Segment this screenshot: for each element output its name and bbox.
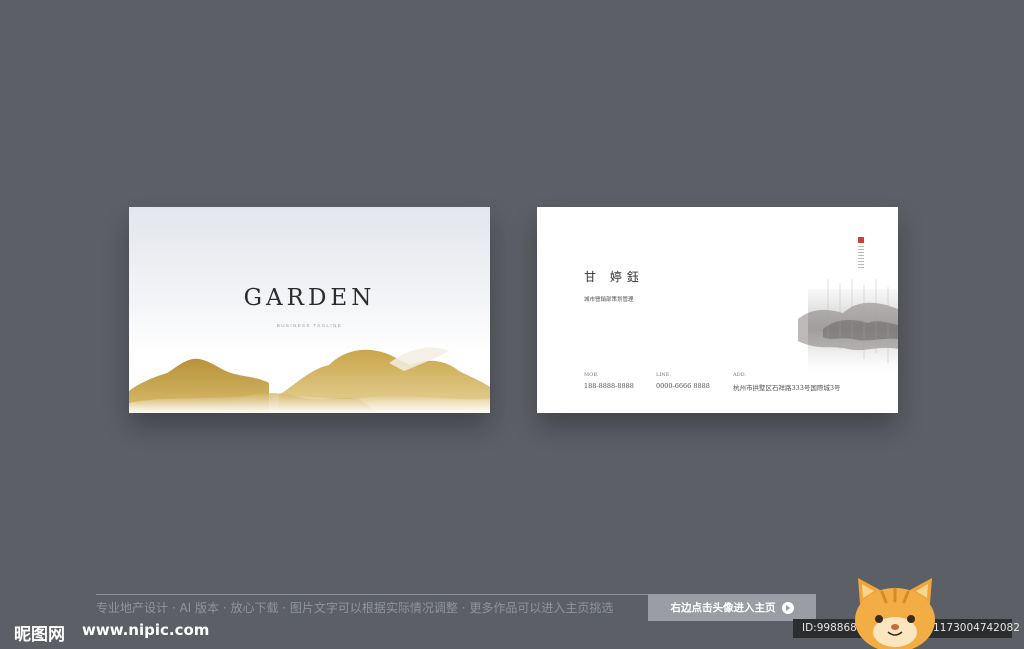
card-back-job-title: 城市營銷部策划管理 [584,297,634,303]
bottom-info-bar: 专业地产设计 · AI 版本 · 放心下载 · 图片文字可以根据实际情况调整 ·… [96,594,816,621]
business-card-front: GARDEN BUSINESS TAGLINE [129,207,490,413]
contact-value-mobile: 188-8888-8888 [584,382,634,390]
site-logo[interactable]: 昵图网 [14,620,65,645]
cat-avatar-icon[interactable] [852,574,938,649]
product-description: 专业地产设计 · AI 版本 · 放心下载 · 图片文字可以根据实际情况调整 ·… [96,594,648,622]
card-front-tagline: BUSINESS TAGLINE [276,323,343,328]
contact-label-line: LINE. [656,372,671,378]
enter-homepage-label: 右边点击头像进入主页 [670,602,776,614]
card-front-title: GARDEN [243,285,376,311]
ink-mist-illustration [798,279,898,379]
contact-label-address: ADD. [733,372,747,378]
contact-label-mobile: MOB. [584,372,599,378]
seal-stamp-icon [858,237,864,243]
enter-homepage-button[interactable]: 右边点击头像进入主页 [648,594,816,621]
card-back-name: 甘 婷鈺 [584,270,644,284]
arrow-right-circle-icon [781,601,794,614]
site-url[interactable]: www.nipic.com [82,621,209,639]
contact-value-line: 0000-6666 8888 [656,382,710,390]
business-card-back: 甘 婷鈺 城市營銷部策划管理 MOB. 188-8888-8888 LINE. … [537,207,898,413]
gold-mountains-illustration [129,347,490,413]
seal-caption-decoration [858,246,864,270]
